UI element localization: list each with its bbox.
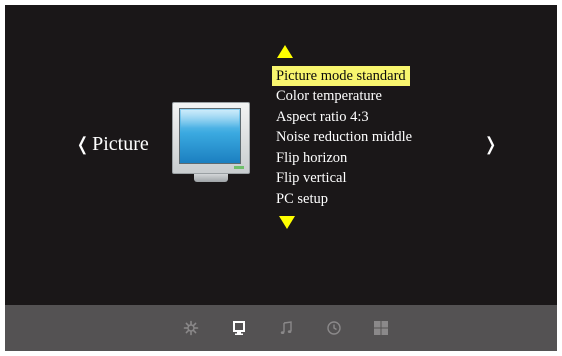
menu-list: Picture mode standard Color temperature …: [272, 66, 416, 209]
next-category-button[interactable]: ❭: [483, 132, 498, 156]
monitor-icon[interactable]: [231, 320, 247, 336]
scroll-down-arrow-icon[interactable]: [279, 216, 295, 229]
menu-item-flip-vertical[interactable]: Flip vertical: [272, 168, 416, 189]
picture-menu-panel: ❬ Picture Picture mode standard Color tem…: [5, 5, 557, 305]
osd-menu-screen: ❬ Picture Picture mode standard Color tem…: [5, 5, 557, 351]
tv-monitor-icon: [172, 102, 250, 184]
menu-item-color-temperature[interactable]: Color temperature: [272, 86, 416, 107]
settings-gear-icon[interactable]: [183, 320, 199, 336]
grid-icon[interactable]: [373, 320, 389, 336]
chevron-right-icon: ❭: [483, 134, 499, 154]
menu-item-pc-setup[interactable]: PC setup: [272, 189, 416, 210]
menu-item-flip-horizon[interactable]: Flip horizon: [272, 148, 416, 169]
menu-item-picture-mode[interactable]: Picture mode standard: [272, 66, 410, 86]
clock-icon[interactable]: [326, 320, 342, 336]
category-bar: [5, 305, 557, 351]
scroll-up-arrow-icon[interactable]: [277, 45, 293, 58]
menu-item-noise-reduction[interactable]: Noise reduction middle: [272, 127, 416, 148]
category-title: Picture: [92, 133, 149, 155]
chevron-left-icon: ❬: [75, 134, 91, 154]
music-note-icon[interactable]: [278, 320, 294, 336]
previous-category-button[interactable]: ❬ Picture: [75, 132, 149, 156]
menu-item-aspect-ratio[interactable]: Aspect ratio 4:3: [272, 107, 416, 128]
